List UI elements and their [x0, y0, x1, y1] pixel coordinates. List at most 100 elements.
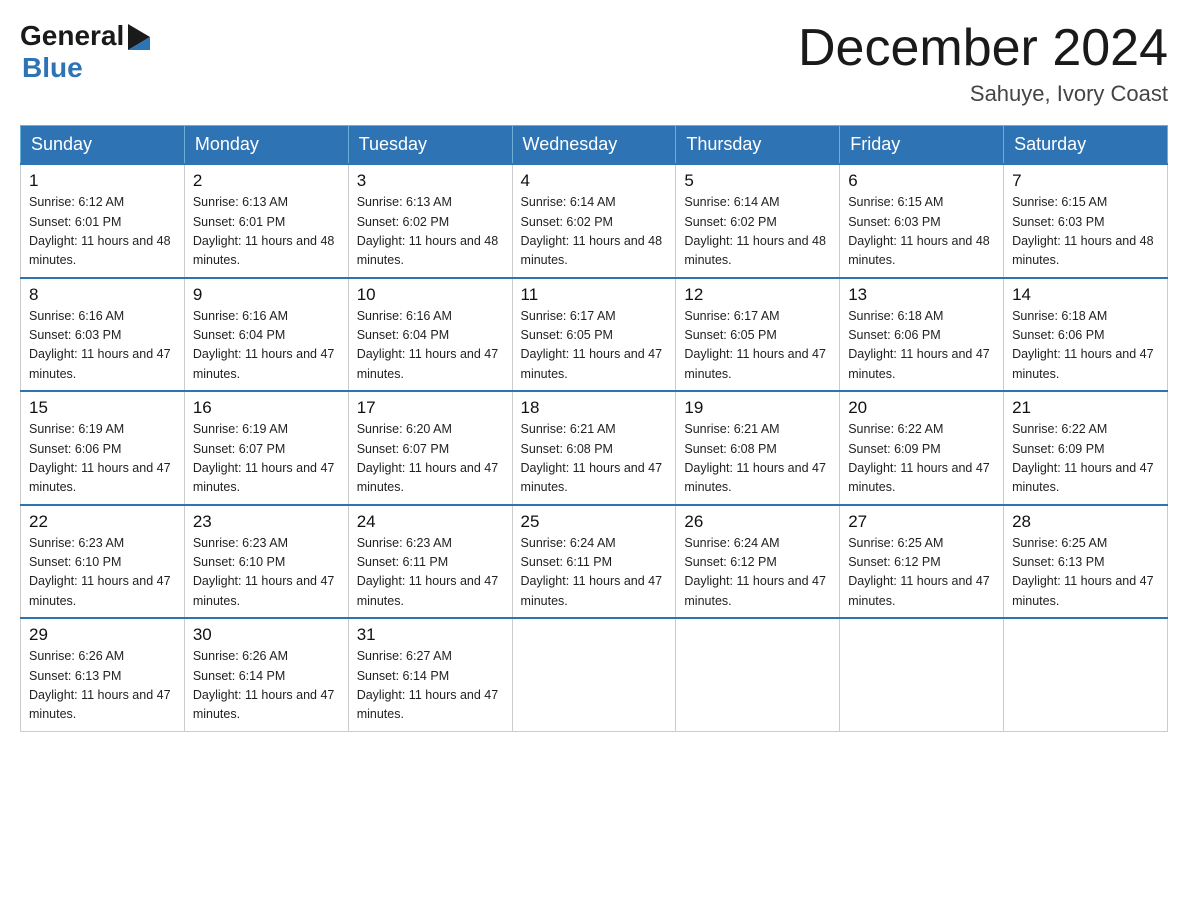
table-row: 13 Sunrise: 6:18 AM Sunset: 6:06 PM Dayl… [840, 278, 1004, 392]
day-number: 31 [357, 625, 504, 645]
table-row [1004, 618, 1168, 731]
sunset-label: Sunset: 6:08 PM [521, 442, 613, 456]
daylight-label: Daylight: 11 hours and 47 minutes. [1012, 574, 1154, 607]
day-info: Sunrise: 6:14 AM Sunset: 6:02 PM Dayligh… [684, 193, 831, 271]
day-info: Sunrise: 6:19 AM Sunset: 6:06 PM Dayligh… [29, 420, 176, 498]
header-monday: Monday [184, 126, 348, 165]
daylight-label: Daylight: 11 hours and 47 minutes. [848, 461, 990, 494]
sunset-label: Sunset: 6:03 PM [1012, 215, 1104, 229]
day-number: 13 [848, 285, 995, 305]
daylight-label: Daylight: 11 hours and 47 minutes. [357, 461, 499, 494]
day-info: Sunrise: 6:14 AM Sunset: 6:02 PM Dayligh… [521, 193, 668, 271]
daylight-label: Daylight: 11 hours and 47 minutes. [193, 688, 335, 721]
table-row [676, 618, 840, 731]
day-info: Sunrise: 6:26 AM Sunset: 6:14 PM Dayligh… [193, 647, 340, 725]
table-row: 7 Sunrise: 6:15 AM Sunset: 6:03 PM Dayli… [1004, 164, 1168, 278]
day-info: Sunrise: 6:25 AM Sunset: 6:12 PM Dayligh… [848, 534, 995, 612]
sunset-label: Sunset: 6:02 PM [521, 215, 613, 229]
header-sunday: Sunday [21, 126, 185, 165]
table-row: 27 Sunrise: 6:25 AM Sunset: 6:12 PM Dayl… [840, 505, 1004, 619]
day-info: Sunrise: 6:16 AM Sunset: 6:03 PM Dayligh… [29, 307, 176, 385]
sunrise-label: Sunrise: 6:24 AM [684, 536, 779, 550]
day-info: Sunrise: 6:17 AM Sunset: 6:05 PM Dayligh… [684, 307, 831, 385]
day-number: 6 [848, 171, 995, 191]
sunset-label: Sunset: 6:06 PM [29, 442, 121, 456]
table-row: 28 Sunrise: 6:25 AM Sunset: 6:13 PM Dayl… [1004, 505, 1168, 619]
sunset-label: Sunset: 6:02 PM [357, 215, 449, 229]
sunrise-label: Sunrise: 6:16 AM [357, 309, 452, 323]
daylight-label: Daylight: 11 hours and 47 minutes. [848, 574, 990, 607]
sunset-label: Sunset: 6:08 PM [684, 442, 776, 456]
table-row: 22 Sunrise: 6:23 AM Sunset: 6:10 PM Dayl… [21, 505, 185, 619]
calendar-table: Sunday Monday Tuesday Wednesday Thursday… [20, 125, 1168, 732]
sunset-label: Sunset: 6:13 PM [1012, 555, 1104, 569]
daylight-label: Daylight: 11 hours and 47 minutes. [193, 347, 335, 380]
day-number: 19 [684, 398, 831, 418]
sunset-label: Sunset: 6:10 PM [193, 555, 285, 569]
daylight-label: Daylight: 11 hours and 47 minutes. [357, 574, 499, 607]
daylight-label: Daylight: 11 hours and 47 minutes. [357, 688, 499, 721]
daylight-label: Daylight: 11 hours and 48 minutes. [29, 234, 171, 267]
sunrise-label: Sunrise: 6:23 AM [357, 536, 452, 550]
sunrise-label: Sunrise: 6:12 AM [29, 195, 124, 209]
sunset-label: Sunset: 6:01 PM [193, 215, 285, 229]
sunset-label: Sunset: 6:10 PM [29, 555, 121, 569]
sunset-label: Sunset: 6:11 PM [521, 555, 613, 569]
day-number: 23 [193, 512, 340, 532]
day-info: Sunrise: 6:23 AM Sunset: 6:11 PM Dayligh… [357, 534, 504, 612]
table-row [512, 618, 676, 731]
logo-triangle-icon [128, 24, 150, 50]
sunrise-label: Sunrise: 6:24 AM [521, 536, 616, 550]
day-number: 14 [1012, 285, 1159, 305]
daylight-label: Daylight: 11 hours and 47 minutes. [684, 574, 826, 607]
day-number: 26 [684, 512, 831, 532]
week-row-4: 22 Sunrise: 6:23 AM Sunset: 6:10 PM Dayl… [21, 505, 1168, 619]
daylight-label: Daylight: 11 hours and 47 minutes. [1012, 461, 1154, 494]
day-info: Sunrise: 6:13 AM Sunset: 6:02 PM Dayligh… [357, 193, 504, 271]
table-row: 4 Sunrise: 6:14 AM Sunset: 6:02 PM Dayli… [512, 164, 676, 278]
day-number: 25 [521, 512, 668, 532]
table-row: 10 Sunrise: 6:16 AM Sunset: 6:04 PM Dayl… [348, 278, 512, 392]
day-info: Sunrise: 6:24 AM Sunset: 6:12 PM Dayligh… [684, 534, 831, 612]
daylight-label: Daylight: 11 hours and 47 minutes. [29, 347, 171, 380]
day-number: 28 [1012, 512, 1159, 532]
day-info: Sunrise: 6:25 AM Sunset: 6:13 PM Dayligh… [1012, 534, 1159, 612]
sunset-label: Sunset: 6:13 PM [29, 669, 121, 683]
day-number: 4 [521, 171, 668, 191]
page-subtitle: Sahuye, Ivory Coast [798, 81, 1168, 107]
day-number: 24 [357, 512, 504, 532]
day-number: 22 [29, 512, 176, 532]
daylight-label: Daylight: 11 hours and 47 minutes. [521, 574, 663, 607]
sunrise-label: Sunrise: 6:16 AM [29, 309, 124, 323]
daylight-label: Daylight: 11 hours and 47 minutes. [684, 461, 826, 494]
day-number: 15 [29, 398, 176, 418]
logo: General Blue [20, 20, 150, 84]
sunrise-label: Sunrise: 6:26 AM [193, 649, 288, 663]
day-number: 10 [357, 285, 504, 305]
sunrise-label: Sunrise: 6:13 AM [193, 195, 288, 209]
sunset-label: Sunset: 6:12 PM [684, 555, 776, 569]
table-row: 24 Sunrise: 6:23 AM Sunset: 6:11 PM Dayl… [348, 505, 512, 619]
sunset-label: Sunset: 6:06 PM [1012, 328, 1104, 342]
table-row: 2 Sunrise: 6:13 AM Sunset: 6:01 PM Dayli… [184, 164, 348, 278]
sunrise-label: Sunrise: 6:22 AM [848, 422, 943, 436]
day-number: 8 [29, 285, 176, 305]
day-info: Sunrise: 6:20 AM Sunset: 6:07 PM Dayligh… [357, 420, 504, 498]
table-row: 15 Sunrise: 6:19 AM Sunset: 6:06 PM Dayl… [21, 391, 185, 505]
day-number: 11 [521, 285, 668, 305]
day-number: 7 [1012, 171, 1159, 191]
sunrise-label: Sunrise: 6:19 AM [193, 422, 288, 436]
day-number: 18 [521, 398, 668, 418]
sunset-label: Sunset: 6:09 PM [848, 442, 940, 456]
daylight-label: Daylight: 11 hours and 48 minutes. [684, 234, 826, 267]
sunset-label: Sunset: 6:04 PM [193, 328, 285, 342]
daylight-label: Daylight: 11 hours and 47 minutes. [1012, 347, 1154, 380]
day-info: Sunrise: 6:16 AM Sunset: 6:04 PM Dayligh… [193, 307, 340, 385]
day-number: 2 [193, 171, 340, 191]
header-tuesday: Tuesday [348, 126, 512, 165]
day-number: 12 [684, 285, 831, 305]
sunrise-label: Sunrise: 6:14 AM [684, 195, 779, 209]
sunrise-label: Sunrise: 6:22 AM [1012, 422, 1107, 436]
sunrise-label: Sunrise: 6:23 AM [29, 536, 124, 550]
day-number: 5 [684, 171, 831, 191]
